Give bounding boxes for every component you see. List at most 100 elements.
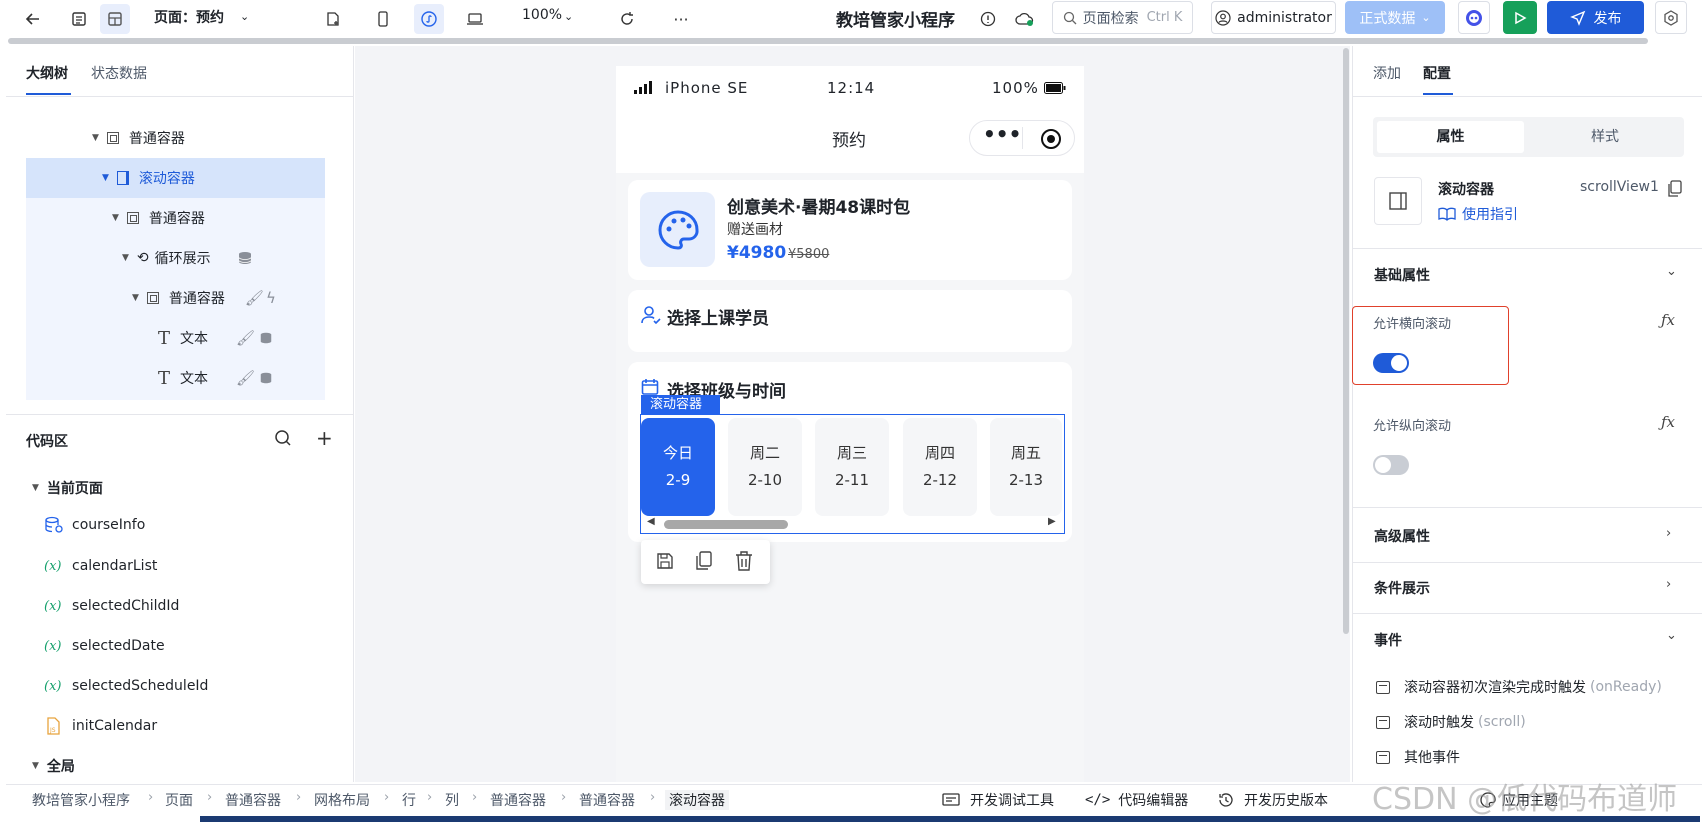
code-item-selectedScheduleId[interactable]: (x) selectedScheduleId: [44, 671, 208, 701]
condition-display-title[interactable]: 条件展示: [1374, 578, 1430, 598]
ai-assistant-icon[interactable]: [1458, 1, 1490, 34]
event-onready[interactable]: 滚动容器初次渲染完成时触发 (onReady): [1376, 677, 1662, 697]
tree-node-container[interactable]: ▼ 普通容器 🖌 ϟ: [132, 279, 276, 317]
chevron-down-icon[interactable]: ⌄: [1666, 628, 1677, 643]
info-icon[interactable]: [973, 4, 1003, 34]
event-icon: [1376, 750, 1390, 764]
page-list-icon[interactable]: [64, 4, 94, 34]
breadcrumb-item[interactable]: 普通容器: [579, 790, 635, 810]
advanced-properties-title[interactable]: 高级属性: [1374, 526, 1430, 546]
tab-add[interactable]: 添加: [1373, 63, 1401, 83]
search-icon: [1063, 11, 1077, 24]
event-icon: [1376, 680, 1390, 694]
allow-horizontal-toggle[interactable]: [1373, 353, 1409, 373]
breadcrumb-item[interactable]: 网格布局: [314, 790, 370, 810]
breadcrumb-item[interactable]: 教培管家小程序: [32, 790, 130, 810]
user-menu-button[interactable]: administrator: [1211, 1, 1336, 34]
search-icon[interactable]: [274, 429, 292, 451]
chevron-down-icon[interactable]: ⌄: [240, 10, 249, 23]
page-selector-label[interactable]: 页面：预约: [154, 7, 224, 27]
event-scroll[interactable]: 滚动时触发 (scroll): [1376, 712, 1526, 732]
add-icon[interactable]: +: [316, 426, 333, 450]
capsule-close-icon[interactable]: [1040, 128, 1062, 154]
zoom-chevron-icon[interactable]: ⌄: [564, 10, 573, 23]
tree-node-text[interactable]: T 文本 🖌: [158, 319, 273, 357]
active-tab-indicator: [1423, 93, 1453, 95]
version-history-button[interactable]: 开发历史版本: [1218, 790, 1328, 810]
copy-id-icon[interactable]: [1667, 180, 1683, 202]
events-title[interactable]: 事件: [1374, 630, 1402, 650]
event-bolt-icon: ϟ: [265, 289, 276, 307]
inner-scrollbar-thumb[interactable]: [664, 520, 788, 529]
divider: [1353, 613, 1702, 614]
chevron-right-icon[interactable]: ›: [1666, 577, 1671, 592]
save-template-icon[interactable]: [656, 552, 674, 574]
layout-panel-icon[interactable]: [100, 4, 130, 34]
subtab-styles[interactable]: 样式: [1530, 121, 1680, 153]
capsule-more-icon[interactable]: •••: [983, 122, 1021, 146]
run-preview-button[interactable]: [1503, 1, 1537, 34]
canvas-vertical-scrollbar[interactable]: [1343, 48, 1349, 634]
usage-guide-link[interactable]: 使用指引: [1438, 204, 1518, 224]
delete-icon[interactable]: [735, 551, 753, 575]
tree-node-container[interactable]: ▼ 普通容器: [92, 119, 185, 157]
breadcrumb-item[interactable]: 行: [402, 790, 416, 810]
chevron-down-icon[interactable]: ⌄: [1666, 264, 1677, 279]
horizontal-scrollbar[interactable]: [8, 38, 1648, 44]
day-item-today[interactable]: 今日 2-9: [641, 418, 715, 516]
breadcrumb-item[interactable]: 列: [445, 790, 459, 810]
event-other[interactable]: 其他事件: [1376, 747, 1460, 767]
global-group[interactable]: ▼ 全局: [32, 756, 75, 776]
allow-vertical-toggle[interactable]: [1373, 455, 1409, 475]
tab-state-data[interactable]: 状态数据: [91, 63, 147, 83]
breadcrumb-item[interactable]: 页面: [165, 790, 193, 810]
code-item-calendarList[interactable]: (x) calendarList: [44, 551, 157, 581]
add-page-icon[interactable]: [318, 4, 348, 34]
basic-properties-title[interactable]: 基础属性: [1374, 265, 1430, 285]
scroll-right-icon[interactable]: ▶: [1048, 516, 1056, 527]
day-item[interactable]: 周二 2-10: [728, 418, 802, 516]
miniprogram-view-icon[interactable]: [414, 4, 444, 34]
book-icon: [1438, 207, 1456, 221]
mobile-view-icon[interactable]: [368, 4, 398, 34]
refresh-icon[interactable]: [612, 4, 642, 34]
tab-config[interactable]: 配置: [1423, 63, 1451, 83]
page-search-input[interactable]: 页面检索 Ctrl K: [1052, 1, 1193, 34]
tab-outline-tree[interactable]: 大纲树: [26, 63, 68, 83]
subtab-properties[interactable]: 属性: [1377, 121, 1524, 153]
copy-icon[interactable]: [695, 551, 713, 575]
back-arrow-icon[interactable]: [18, 4, 48, 34]
current-page-group[interactable]: ▼ 当前页面: [32, 478, 103, 498]
breadcrumb-current[interactable]: 滚动容器: [665, 790, 729, 810]
day-item[interactable]: 周五 2-13: [990, 418, 1062, 516]
settings-gear-icon[interactable]: [1655, 1, 1687, 34]
more-icon[interactable]: ···: [666, 4, 696, 34]
cloud-sync-icon[interactable]: [1010, 4, 1040, 34]
breadcrumb-item[interactable]: 普通容器: [490, 790, 546, 810]
desktop-view-icon[interactable]: [460, 4, 490, 34]
data-source-icon: [45, 516, 63, 533]
js-file-icon: JS: [47, 717, 60, 735]
code-item-selectedDate[interactable]: (x) selectedDate: [44, 631, 165, 661]
code-item-courseInfo[interactable]: courseInfo: [44, 510, 145, 540]
database-icon: [238, 252, 252, 264]
fx-icon[interactable]: ƒx: [1661, 413, 1675, 431]
code-item-selectedChildId[interactable]: (x) selectedChildId: [44, 591, 179, 621]
code-editor-button[interactable]: </> 代码编辑器: [1085, 790, 1188, 810]
fx-icon[interactable]: ƒx: [1661, 311, 1675, 329]
tree-node-container[interactable]: ▼ 普通容器: [112, 199, 205, 237]
tree-node-loop[interactable]: ▼ ⟲ 循环展示: [122, 239, 253, 277]
tree-node-scroll-container[interactable]: ▼ 滚动容器: [102, 159, 195, 197]
zoom-level[interactable]: 100%: [522, 7, 562, 23]
code-item-initCalendar[interactable]: JS initCalendar: [44, 711, 157, 741]
variable-icon: (x): [44, 558, 62, 574]
dev-tools-button[interactable]: 开发调试工具: [942, 790, 1054, 810]
scroll-left-icon[interactable]: ◀: [647, 516, 655, 527]
day-item[interactable]: 周四 2-12: [903, 418, 977, 516]
tree-node-text[interactable]: T 文本 🖌: [158, 359, 273, 397]
day-item[interactable]: 周三 2-11: [815, 418, 889, 516]
data-env-selector[interactable]: 正式数据 ⌄: [1345, 1, 1445, 34]
breadcrumb-item[interactable]: 普通容器: [225, 790, 281, 810]
publish-button[interactable]: 发布: [1547, 1, 1644, 34]
chevron-right-icon[interactable]: ›: [1666, 526, 1671, 541]
